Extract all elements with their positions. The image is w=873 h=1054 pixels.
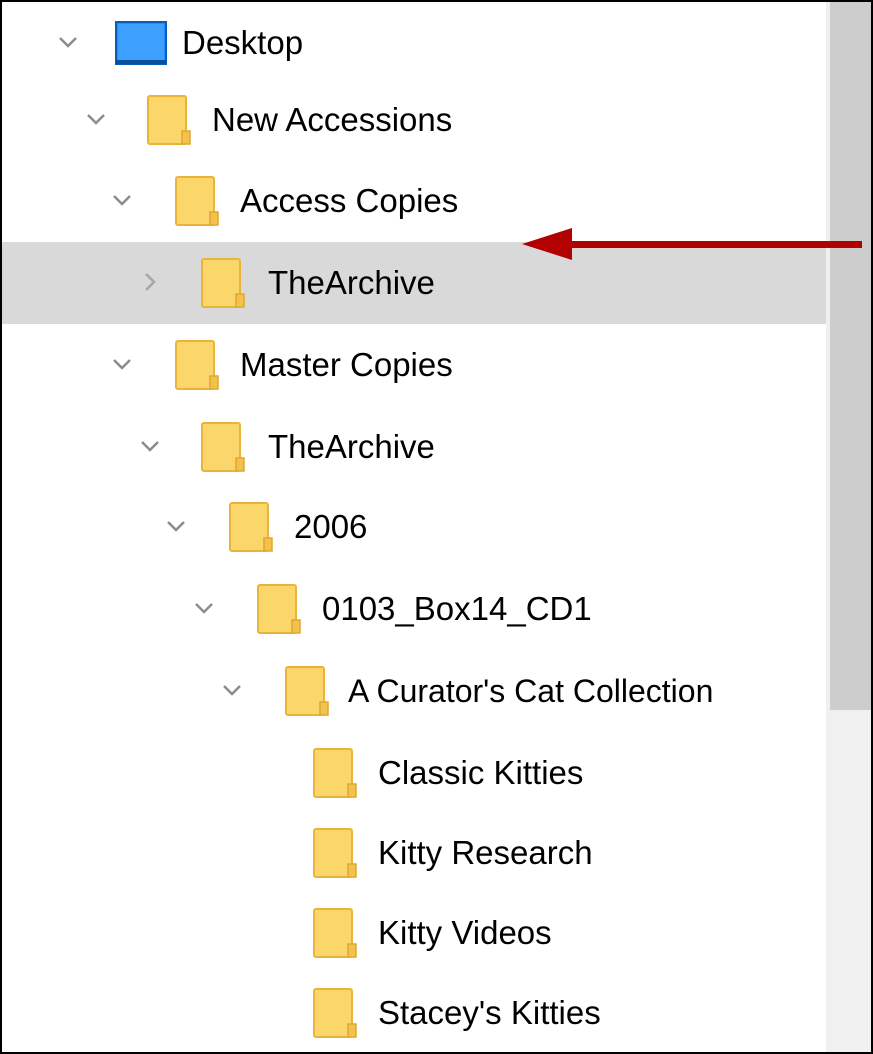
tree-item-label: 2006 bbox=[294, 508, 368, 545]
tree-item-new-accessions[interactable]: New Accessions bbox=[2, 79, 826, 161]
tree-item-label: TheArchive bbox=[268, 428, 435, 465]
folder-icon bbox=[229, 502, 273, 552]
tree-item-label: Master Copies bbox=[240, 346, 453, 383]
tree-item-label: New Accessions bbox=[212, 101, 453, 138]
tree-item-0103-box14-cd1[interactable]: 0103_Box14_CD1 bbox=[2, 568, 826, 650]
chevron-down-icon[interactable] bbox=[218, 676, 246, 704]
navigation-pane-screenshot: Desktop New Accessions Access Copies The… bbox=[0, 0, 873, 1054]
tree-item-kitty-videos[interactable]: Kitty Videos bbox=[2, 892, 826, 974]
desktop-icon bbox=[115, 21, 167, 65]
folder-icon bbox=[257, 584, 301, 634]
chevron-right-icon[interactable] bbox=[136, 268, 164, 296]
chevron-down-icon[interactable] bbox=[136, 432, 164, 460]
folder-icon bbox=[175, 176, 219, 226]
folder-icon bbox=[313, 908, 357, 958]
tree-item-label: TheArchive bbox=[268, 264, 435, 301]
chevron-down-icon[interactable] bbox=[82, 105, 110, 133]
folder-icon bbox=[147, 95, 191, 145]
chevron-down-icon[interactable] bbox=[54, 28, 82, 56]
tree-item-label: Kitty Videos bbox=[378, 914, 552, 951]
tree-item-2006[interactable]: 2006 bbox=[2, 486, 826, 568]
folder-icon bbox=[175, 340, 219, 390]
folder-icon bbox=[201, 258, 245, 308]
tree-item-label: Classic Kitties bbox=[378, 754, 584, 791]
red-arrow-icon bbox=[522, 228, 862, 260]
tree-item-label: Stacey's Kitties bbox=[378, 994, 601, 1031]
chevron-down-icon[interactable] bbox=[190, 594, 218, 622]
chevron-down-icon[interactable] bbox=[108, 186, 136, 214]
tree-item-label: Desktop bbox=[182, 24, 304, 61]
folder-icon bbox=[313, 988, 357, 1038]
tree-item-kitty-research[interactable]: Kitty Research bbox=[2, 812, 826, 894]
folder-icon bbox=[201, 422, 245, 472]
tree-item-label: Access Copies bbox=[240, 182, 459, 219]
tree-item-label: A Curator's Cat Collection bbox=[348, 673, 714, 709]
vertical-scrollbar[interactable] bbox=[826, 2, 871, 1052]
folder-icon bbox=[313, 828, 357, 878]
folder-icon bbox=[313, 748, 357, 798]
chevron-down-icon[interactable] bbox=[162, 512, 190, 540]
folder-tree: Desktop New Accessions Access Copies The… bbox=[2, 2, 826, 1052]
chevron-down-icon[interactable] bbox=[108, 350, 136, 378]
tree-item-thearchive-master[interactable]: TheArchive bbox=[2, 406, 826, 488]
folder-icon bbox=[285, 666, 329, 716]
tree-item-curators-cat-collection[interactable]: A Curator's Cat Collection bbox=[2, 650, 826, 732]
scrollbar-thumb[interactable] bbox=[830, 2, 871, 710]
tree-item-desktop[interactable]: Desktop bbox=[2, 2, 826, 84]
tree-item-label: 0103_Box14_CD1 bbox=[322, 590, 592, 627]
tree-item-classic-kitties[interactable]: Classic Kitties bbox=[2, 732, 826, 814]
tree-item-label: Kitty Research bbox=[378, 834, 593, 871]
tree-item-master-copies[interactable]: Master Copies bbox=[2, 324, 826, 406]
tree-item-staceys-kitties[interactable]: Stacey's Kitties bbox=[2, 972, 826, 1052]
